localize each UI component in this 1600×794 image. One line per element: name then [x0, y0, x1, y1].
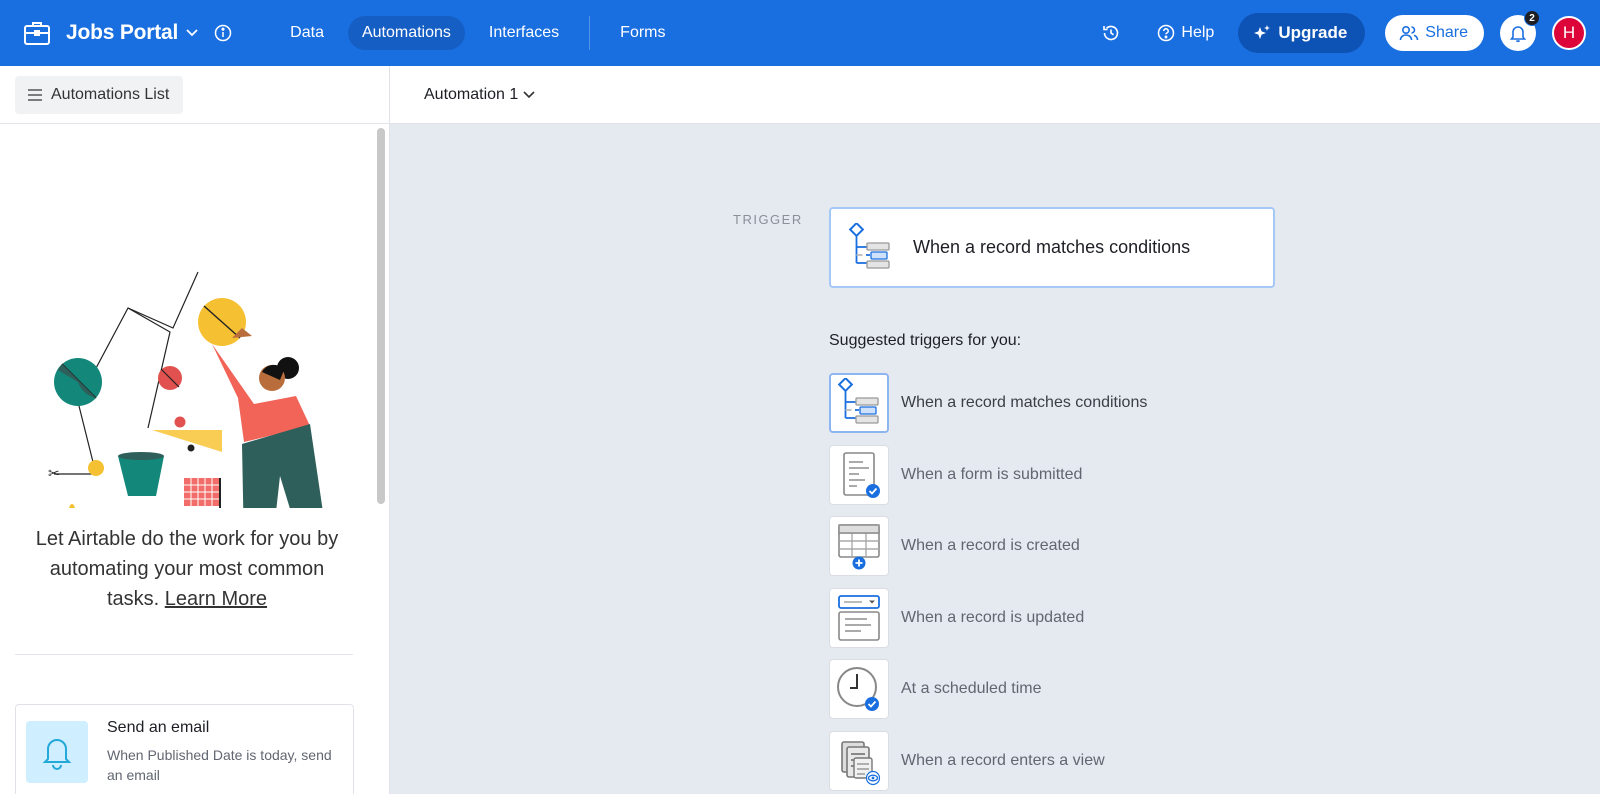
hamburger-icon	[28, 88, 42, 101]
automations-sidebar: Automations List ✂ Let Airtable do the w…	[0, 66, 390, 794]
upgrade-label: Upgrade	[1278, 23, 1348, 42]
enters-view-icon	[829, 730, 889, 791]
suggested-trigger-record-updated[interactable]: When a record is updated	[829, 587, 1147, 648]
nav-interfaces[interactable]: Interfaces	[475, 16, 573, 50]
top-right-actions: Help Upgrade Share 2 H	[1101, 0, 1600, 66]
suggested-triggers-list: When a record matches conditions When a …	[829, 373, 1147, 794]
automations-list-label: Automations List	[51, 85, 170, 103]
suggested-trigger-label: At a scheduled time	[901, 680, 1042, 697]
promo-text: Let Airtable do the work for you by auto…	[22, 524, 352, 614]
top-bar: Jobs Portal Data Automations Interfaces …	[0, 0, 1600, 66]
upgrade-button[interactable]: Upgrade	[1238, 13, 1366, 53]
avatar[interactable]: H	[1552, 16, 1586, 50]
sidebar-scrollbar[interactable]	[377, 128, 385, 504]
selected-trigger-label: When a record matches conditions	[913, 237, 1191, 257]
suggested-trigger-label: When a record is created	[901, 537, 1080, 554]
selected-trigger-card[interactable]: When a record matches conditions	[829, 207, 1275, 288]
suggested-triggers-title: Suggested triggers for you:	[829, 332, 1022, 349]
chevron-down-icon	[523, 90, 535, 98]
base-name: Jobs Portal	[66, 21, 179, 44]
notification-badge: 2	[1524, 10, 1540, 26]
suggested-trigger-record-created[interactable]: When a record is created	[829, 516, 1147, 576]
history-icon[interactable]	[1101, 23, 1121, 43]
share-button[interactable]: Share	[1385, 15, 1484, 51]
bell-icon	[26, 721, 88, 783]
help-icon	[1158, 24, 1175, 42]
main-nav: Data Automations Interfaces Forms	[276, 16, 689, 50]
template-card-title: Send an email	[107, 719, 210, 736]
base-switcher[interactable]: Jobs Portal	[22, 18, 200, 48]
sidebar-header: Automations List	[0, 66, 389, 124]
automation-name-dropdown[interactable]: Automation 1	[424, 86, 535, 104]
automations-list-button[interactable]: Automations List	[15, 75, 184, 114]
template-card-description: When Published Date is today, send an em…	[107, 747, 332, 783]
nav-automations[interactable]: Automations	[347, 16, 465, 50]
help-label: Help	[1181, 24, 1215, 41]
template-card-send-email[interactable]: Send an email When Published Date is tod…	[15, 704, 354, 794]
scheduled-time-icon	[829, 659, 889, 719]
form-submitted-icon	[829, 444, 889, 505]
info-icon[interactable]	[214, 24, 232, 42]
conditions-icon	[848, 222, 890, 269]
nav-data[interactable]: Data	[276, 16, 338, 50]
suggested-trigger-label: When a record matches conditions	[901, 394, 1148, 411]
learn-more-link[interactable]: Learn More	[165, 588, 267, 610]
record-updated-icon	[829, 587, 889, 648]
suggested-trigger-scheduled-time[interactable]: At a scheduled time	[829, 659, 1147, 719]
automation-header: Automation 1	[390, 66, 1600, 124]
svg-text:✂: ✂	[48, 465, 60, 481]
conditions-icon	[829, 373, 889, 433]
suggested-trigger-label: When a record enters a view	[901, 751, 1105, 769]
bell-icon	[1509, 26, 1527, 43]
nav-forms[interactable]: Forms	[606, 16, 679, 50]
trigger-section-label: TRIGGER	[733, 212, 803, 227]
briefcase-icon	[22, 18, 52, 48]
suggested-trigger-form-submitted[interactable]: When a form is submitted	[829, 444, 1147, 505]
automation-name: Automation 1	[424, 85, 519, 103]
chevron-down-icon	[186, 26, 200, 40]
sidebar-divider	[15, 654, 353, 655]
users-icon	[1399, 25, 1419, 41]
suggested-trigger-matches-conditions[interactable]: When a record matches conditions	[829, 373, 1147, 433]
record-created-icon	[829, 516, 889, 576]
automation-illustration: ✂	[48, 271, 323, 508]
suggested-trigger-label: When a record is updated	[901, 608, 1085, 626]
suggested-trigger-enters-view[interactable]: When a record enters a view	[829, 730, 1147, 791]
notifications-button[interactable]: 2	[1500, 10, 1540, 51]
sparkle-icon	[1254, 25, 1271, 39]
help-button[interactable]: Help	[1157, 24, 1214, 42]
nav-divider	[589, 16, 591, 50]
share-label: Share	[1425, 24, 1468, 41]
suggested-trigger-label: When a form is submitted	[901, 465, 1083, 483]
